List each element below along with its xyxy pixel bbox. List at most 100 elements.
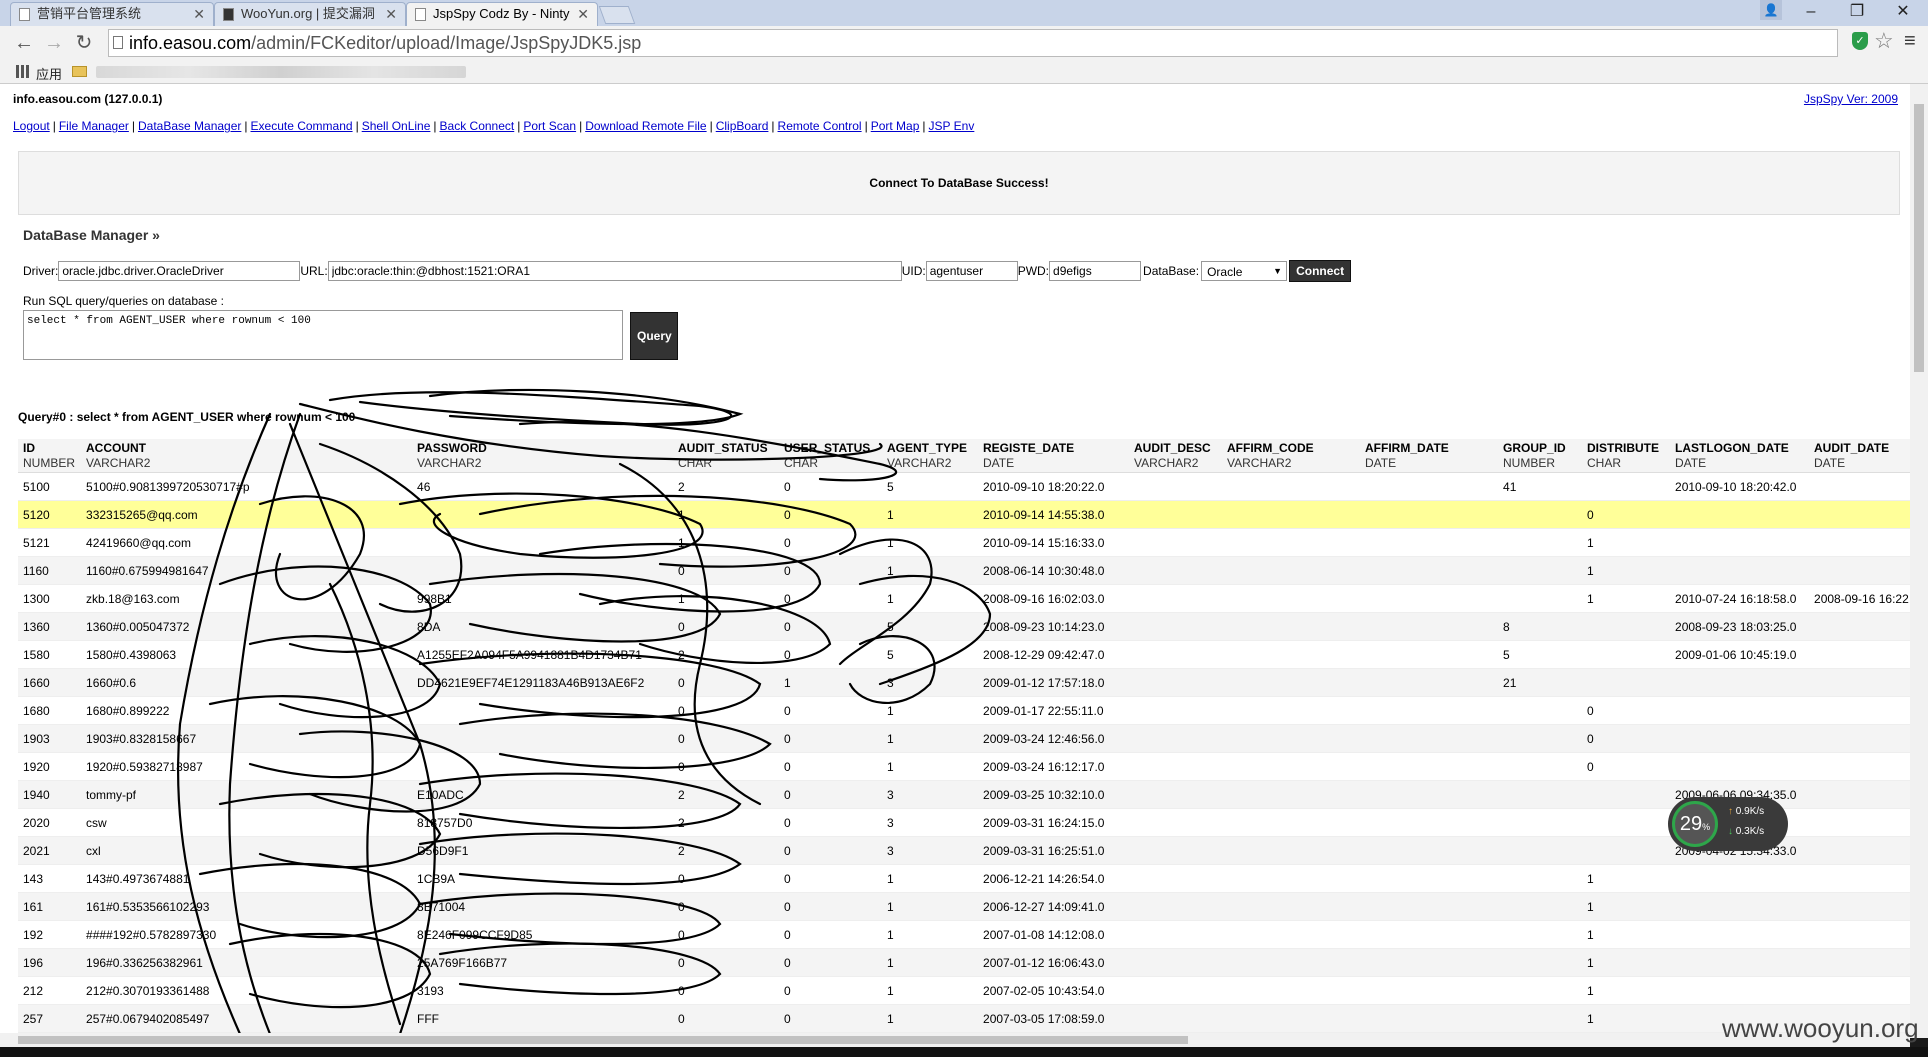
- column-type: VARCHAR2: [1227, 455, 1292, 470]
- minimize-icon[interactable]: –: [1788, 0, 1834, 26]
- pwd-input[interactable]: [1049, 261, 1142, 281]
- table-row[interactable]: 1580 1580#0.4398063 A1255EF2A094F5A9941881…: [18, 640, 1910, 669]
- star-icon[interactable]: ☆: [1874, 28, 1894, 54]
- table-row[interactable]: 1300 zkb.18@163.com 998B1 1 0 1 2008-09-16 16:…: [18, 584, 1910, 613]
- nav-clipboard[interactable]: ClipBoard: [716, 119, 769, 133]
- table-cell: 0: [673, 696, 780, 725]
- table-row[interactable]: 1160 1160#0.675994981647 0 0 1 2008-06-14 10:…: [18, 556, 1910, 585]
- nav-logout[interactable]: Logout: [13, 119, 50, 133]
- network-speed-widget[interactable]: 29% ↑ 0.9K/s ↓ 0.3K/s: [1668, 797, 1788, 851]
- nav-jsp-env[interactable]: JSP Env: [929, 119, 975, 133]
- table-cell: [1129, 724, 1223, 753]
- nav-back-connect[interactable]: Back Connect: [440, 119, 515, 133]
- table-cell: 21: [1498, 668, 1583, 697]
- table-cell: 5: [1498, 640, 1583, 669]
- table-row[interactable]: 1903 1903#0.8328158667 0 0 1 2009-03-24 12:46…: [18, 724, 1910, 753]
- table-cell: [1222, 780, 1361, 809]
- column-name: AUDIT_STATUS: [678, 440, 768, 455]
- nav-database-manager[interactable]: DataBase Manager: [138, 119, 241, 133]
- user-icon[interactable]: 👤: [1760, 0, 1782, 20]
- uid-input[interactable]: [925, 261, 1018, 281]
- table-row[interactable]: 1920 1920#0.59382718987 0 0 1 2009-03-24 16:1…: [18, 752, 1910, 781]
- nav-port-scan[interactable]: Port Scan: [523, 119, 576, 133]
- table-cell: [1360, 724, 1499, 753]
- table-row[interactable]: 1360 1360#0.005047372 8DA 0 0 5 2008-09-23 10:…: [18, 612, 1910, 641]
- scroll-thumb[interactable]: [18, 1036, 1188, 1044]
- table-row[interactable]: 1660 1660#0.6 DD4621E9EF74E1291183A46B913A…: [18, 668, 1910, 697]
- sql-textarea[interactable]: select * from AGENT_USER where rownum < …: [23, 310, 623, 360]
- table-cell: [1498, 892, 1583, 921]
- version-link[interactable]: JspSpy Ver: 2009: [1804, 92, 1898, 106]
- table-cell: 1160#0.675994981647: [81, 556, 413, 585]
- table-cell: 2009-01-17 22:55:11.0: [978, 696, 1130, 725]
- horizontal-scrollbar[interactable]: [0, 1033, 1910, 1047]
- driver-label: Driver:: [23, 264, 59, 278]
- close-icon[interactable]: ✕: [577, 3, 589, 25]
- cpu-gauge: 29%: [1672, 801, 1718, 847]
- tab-marketing-platform[interactable]: 营销平台管理系统 ✕: [10, 2, 214, 26]
- column-name: GROUP_ID: [1503, 440, 1566, 455]
- nav-port-map[interactable]: Port Map: [871, 119, 920, 133]
- table-row[interactable]: 5120 332315265@qq.com 1 0 1 2010-09-14 14:55:…: [18, 500, 1910, 529]
- driver-input[interactable]: [58, 261, 301, 281]
- table-cell: [1809, 948, 1910, 977]
- nav-shell-online[interactable]: Shell OnLine: [362, 119, 431, 133]
- table-row[interactable]: 143 143#0.4973674881 1CB9A 0 0 1 2006-12-21 14…: [18, 864, 1910, 893]
- query-button[interactable]: Query: [630, 312, 678, 360]
- table-row[interactable]: 257 257#0.0679402085497 FFF 0 0 1 2007-03-05 1…: [18, 1004, 1910, 1033]
- tab-bar: 营销平台管理系统 ✕ WooYun.org | 提交漏洞 ✕ JspSpy Co…: [0, 0, 1928, 26]
- menu-icon[interactable]: ≡: [1904, 30, 1916, 53]
- table-cell: [412, 528, 674, 557]
- table-row[interactable]: 212 212#0.3070193361488 3193 0 0 1 2007-02-05 …: [18, 976, 1910, 1005]
- apps-label[interactable]: 应用: [36, 64, 62, 83]
- database-select[interactable]: Oracle ▼: [1201, 261, 1288, 281]
- nav-remote-control[interactable]: Remote Control: [778, 119, 862, 133]
- table-cell: 1: [882, 724, 979, 753]
- table-cell: 1: [1582, 892, 1671, 921]
- close-icon[interactable]: ✕: [193, 3, 205, 25]
- table-cell: csw: [81, 808, 413, 837]
- new-tab-button[interactable]: [598, 6, 636, 24]
- table-cell: [1360, 472, 1499, 501]
- table-cell: 0: [779, 696, 883, 725]
- tab-jspspy[interactable]: JspSpy Codz By - Ninty ✕: [406, 2, 598, 26]
- table-cell: 212#0.3070193361488: [81, 976, 413, 1005]
- apps-icon[interactable]: [16, 65, 29, 78]
- vertical-scrollbar[interactable]: [1910, 84, 1928, 1038]
- table-cell: 46: [412, 472, 674, 501]
- table-row[interactable]: 2021cxlD56D9F12032009-03-31 16:25:51.020…: [18, 836, 1910, 865]
- connect-button[interactable]: Connect: [1289, 260, 1352, 282]
- forward-icon[interactable]: →: [42, 31, 66, 55]
- table-row[interactable]: 161 161#0.5353566102293 8B71004 0 0 1 2006-12-…: [18, 892, 1910, 921]
- table-cell: [1129, 500, 1223, 529]
- tab-title: 营销平台管理系统: [37, 6, 142, 21]
- table-row[interactable]: 2020 csw 818757D0 2 0 3 2009-03-31 16:24:15.0: [18, 808, 1910, 837]
- table-cell: [1222, 864, 1361, 893]
- table-row[interactable]: 5100 5100#0.9081399720530717#p 46 2 0 5 2010-0…: [18, 472, 1910, 501]
- back-icon[interactable]: ←: [12, 31, 36, 55]
- table-row[interactable]: 5121 42419660@qq.com 1 0 1 2010-09-14 15:16:3…: [18, 528, 1910, 557]
- scroll-thumb[interactable]: [1914, 104, 1924, 372]
- nav-download-remote-file[interactable]: Download Remote File: [585, 119, 706, 133]
- tab-wooyun[interactable]: WooYun.org | 提交漏洞 ✕: [214, 2, 406, 26]
- close-window-icon[interactable]: ✕: [1880, 0, 1926, 26]
- table-cell: [1498, 808, 1583, 837]
- reload-icon[interactable]: ↻: [72, 31, 96, 55]
- restore-icon[interactable]: ❐: [1834, 0, 1880, 26]
- shield-icon[interactable]: ✓: [1852, 32, 1868, 50]
- nav-file-manager[interactable]: File Manager: [59, 119, 129, 133]
- nav-execute-command[interactable]: Execute Command: [251, 119, 353, 133]
- table-cell: 1: [882, 864, 979, 893]
- close-icon[interactable]: ✕: [385, 3, 397, 25]
- table-row[interactable]: 192 ####192#0.5782897330 8E246F099CCF9D85 0…: [18, 920, 1910, 949]
- table-cell: [1222, 528, 1361, 557]
- table-row[interactable]: 1940 tommy-pf E10ADC 2 0 3 2009-03-25 10:32:10…: [18, 780, 1910, 809]
- table-cell: 42419660@qq.com: [81, 528, 413, 557]
- table-row[interactable]: 1680 1680#0.899222 0 0 1 2009-01-17 22:55:11.…: [18, 696, 1910, 725]
- table-cell: [1360, 752, 1499, 781]
- table-cell: 161#0.5353566102293: [81, 892, 413, 921]
- table-row[interactable]: 196 196#0.336256382961 25A769F166B77 0 0 1 200…: [18, 948, 1910, 977]
- url-input[interactable]: [327, 261, 902, 281]
- folder-icon[interactable]: [72, 66, 87, 77]
- address-bar[interactable]: info.easou.com/admin/FCKeditor/upload/Im…: [108, 29, 1838, 57]
